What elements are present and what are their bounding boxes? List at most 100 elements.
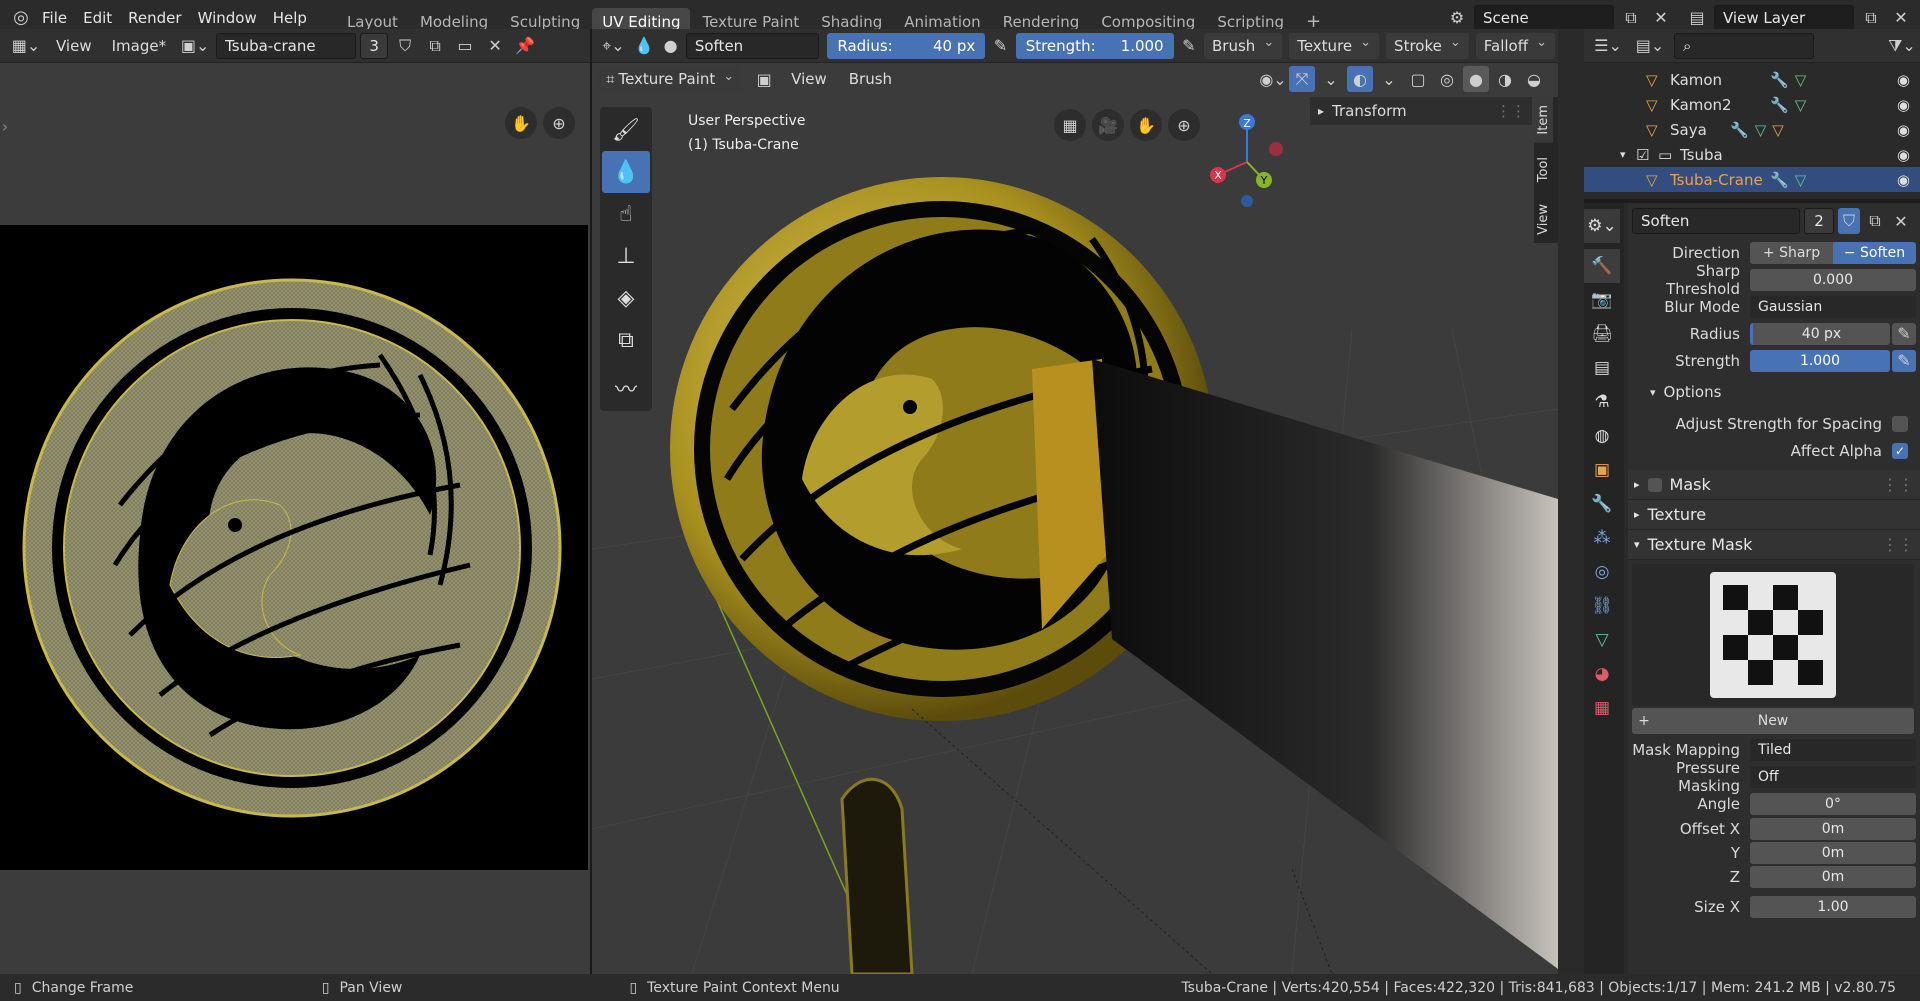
mask-mapping-dropdown[interactable]: Tiled [1750,738,1916,761]
wireframe-shading-icon[interactable]: ◎ [1434,66,1460,92]
texture-menu[interactable]: Texture [1289,32,1380,59]
outliner-item-kamon[interactable]: ▽ Kamon 🔧 ▽ ◉ [1584,67,1920,92]
viewport-editor-type-icon[interactable]: ⌖⌄ [598,33,629,59]
scene-icon[interactable]: ⚙ [1444,5,1470,31]
physics-tab-icon[interactable]: ◎ [1584,555,1620,589]
outliner-item-tsuba-crane[interactable]: ▽ Tsuba-Crane 🔧 ▽ ◉ [1584,167,1920,192]
brush-name-field[interactable]: Soften [685,32,820,59]
fake-user-shield-icon[interactable]: ⛉ [1838,208,1860,234]
texture-panel-header[interactable]: ▸ Texture [1628,500,1920,530]
offset-x-field[interactable]: 0m [1750,818,1916,840]
fake-user-icon[interactable]: ⛉ [392,33,418,59]
output-tab-icon[interactable]: 🖨 [1584,317,1620,351]
pan-hand-icon[interactable]: ✋ [1130,109,1162,141]
options-subpanel-header[interactable]: ▾ Options [1628,374,1920,410]
outliner-item-tsuba[interactable]: ▾ ☑ ▭ Tsuba ◉ [1584,142,1920,167]
draw-tool-icon[interactable]: 🖌 [602,109,650,151]
rendered-shading-icon[interactable]: ◒ [1521,66,1547,92]
viewport-menu-brush[interactable]: Brush [841,66,900,92]
new-view-layer-icon[interactable]: ⧉ [1858,5,1884,31]
modifier-tab-icon[interactable]: 🔧 [1584,487,1620,521]
editor-type-icon[interactable]: ▦⌄ [8,33,44,59]
strength-pressure-icon[interactable]: ✎ [1892,349,1916,372]
outliner-search-input[interactable]: ⌕ [1674,32,1814,59]
delete-scene-icon[interactable]: ✕ [1648,5,1674,31]
render-tab-icon[interactable]: 📷 [1584,283,1620,317]
unlink-image-icon[interactable]: ✕ [482,33,508,59]
visibility-eye-icon[interactable]: ◉ [1897,171,1910,189]
radius-slider[interactable]: Radius: 40 px [827,32,986,59]
display-mode-icon[interactable]: ▤⌄ [1632,33,1668,59]
viewport-menu-view[interactable]: View [783,66,835,92]
brush-drop-icon[interactable]: 💧 [633,33,655,59]
radius-pressure-icon[interactable]: ✎ [1892,322,1916,345]
scene-tab-icon[interactable]: ⚗ [1584,385,1620,419]
radius-pressure-icon[interactable]: ✎ [989,33,1011,59]
texture-mask-panel-header[interactable]: ▾ Texture Mask ⋮⋮ [1628,530,1920,560]
zoom-view-icon[interactable]: ⊕ [543,107,575,139]
falloff-menu[interactable]: Falloff [1475,32,1555,59]
new-texture-button[interactable]: + New [1632,708,1914,734]
axis-gizmo[interactable]: Z X Y [1202,107,1292,207]
adjust-strength-checkbox[interactable] [1892,415,1908,432]
open-image-icon[interactable]: ▭ [452,33,478,59]
transform-expand-icon[interactable]: ▸ [1318,104,1324,118]
properties-editor-type-icon[interactable]: ⚙⌄ [1584,209,1620,243]
overlay-toggle-icon[interactable]: ◐ [1347,66,1373,92]
paint-mask-icon[interactable]: ▣ [751,66,777,92]
area-divider-right[interactable] [1558,29,1584,974]
uv-menu-image[interactable]: Image* [104,33,174,59]
strength-slider[interactable]: Strength: 1.000 [1015,32,1174,59]
toggle-camera-grid-icon[interactable]: ▦ [1054,109,1086,141]
mode-selector[interactable]: ⌗ Texture Paint [598,66,743,92]
mask-tool-icon[interactable]: ⧉ [602,319,650,361]
filter-icon[interactable]: ⧩⌄ [1884,33,1920,59]
pressure-masking-dropdown[interactable]: Off [1750,765,1916,788]
image-name-field[interactable]: Tsuba-crane [216,32,357,59]
direction-sharp-button[interactable]: + Sharp [1750,241,1833,264]
strength-pressure-icon[interactable]: ✎ [1178,33,1200,59]
visibility-icon[interactable]: ◉⌄ [1259,66,1286,92]
size-x-field[interactable]: 1.00 [1750,895,1916,918]
brush-name-field[interactable]: Soften [1632,208,1800,234]
constraints-tab-icon[interactable]: ⛓ [1584,589,1620,623]
pin-icon[interactable]: 📌 [512,33,538,59]
texture-canvas[interactable] [0,225,588,870]
visibility-eye-icon[interactable]: ◉ [1897,96,1910,114]
view-layer-field[interactable]: View Layer [1714,4,1854,31]
offset-y-field[interactable]: 0m [1750,842,1916,864]
collapse-arrow-icon[interactable]: ▾ [1620,148,1636,161]
overlay-dropdown-icon[interactable]: ⌄ [1376,66,1402,92]
stroke-menu[interactable]: Stroke [1386,32,1469,59]
clone-tool-icon[interactable]: ⊥ [602,235,650,277]
expand-toolbar-icon[interactable]: › [0,113,10,139]
3d-viewport[interactable]: ⌖⌄ 💧 ● Soften Radius: 40 px ✎ Strength: … [592,29,1558,974]
delete-view-layer-icon[interactable]: ✕ [1888,5,1914,31]
offset-z-field[interactable]: 0m [1750,866,1916,888]
image-editor[interactable]: ▦⌄ View Image* ▣⌄ Tsuba-crane 3 ⛉ ⧉ ▭ ✕ … [0,29,590,974]
xray-icon[interactable]: ▢ [1405,66,1431,92]
tab-view[interactable]: View [1534,196,1553,243]
outliner-item-saya[interactable]: ▽ Saya 🔧 ▽ ▽ ◉ [1584,117,1920,142]
soften-tool-icon[interactable]: 💧 [602,151,650,193]
direction-soften-button[interactable]: − Soften [1833,241,1916,264]
outliner-item-kamon2[interactable]: ▽ Kamon2 🔧 ▽ ◉ [1584,92,1920,117]
view-layer-tab-icon[interactable]: ▤ [1584,351,1620,385]
brush-menu[interactable]: Brush [1204,32,1283,59]
blender-logo-icon[interactable]: ◎ [8,5,34,31]
uv-menu-view[interactable]: View [48,33,100,59]
angle-field[interactable]: 0° [1750,792,1916,815]
material-tab-icon[interactable]: ◕ [1584,657,1620,691]
pan-view-icon[interactable]: ✋ [505,107,537,139]
image-browse-icon[interactable]: ▣⌄ [178,33,212,59]
tab-tool[interactable]: Tool [1534,149,1553,190]
strength-field[interactable]: 1.000 [1750,349,1890,372]
affect-alpha-checkbox[interactable]: ✓ [1892,442,1908,459]
drag-handle-icon[interactable]: ⋮⋮ [1882,475,1914,494]
visibility-eye-icon[interactable]: ◉ [1897,71,1910,89]
unlink-brush-icon[interactable]: ✕ [1890,208,1912,234]
radius-field[interactable]: 40 px [1750,322,1890,345]
gizmo-dropdown-icon[interactable]: ⌄ [1318,66,1344,92]
particles-tab-icon[interactable]: ⁂ [1584,521,1620,555]
mask-checkbox[interactable] [1647,477,1662,492]
